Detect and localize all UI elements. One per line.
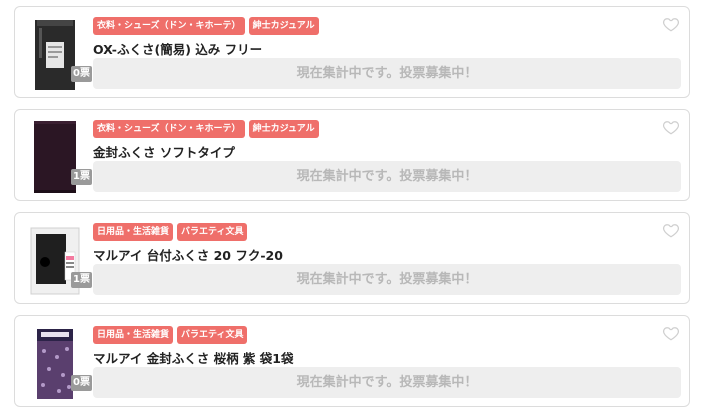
vote-status-bar: 現在集計中です。投票募集中！ xyxy=(93,367,681,398)
vote-count-badge: 1票 xyxy=(71,272,92,288)
category-tags: 衣料・シューズ（ドン・キホーテ） 紳士カジュアル xyxy=(93,120,319,138)
category-tags: 衣料・シューズ（ドン・キホーテ） 紳士カジュアル xyxy=(93,17,319,35)
item-list: 0票 衣料・シューズ（ドン・キホーテ） 紳士カジュアル OX-ふくさ(簡易) 込… xyxy=(14,6,690,418)
category-tag[interactable]: 紳士カジュアル xyxy=(248,120,319,138)
vote-status-bar: 現在集計中です。投票募集中！ xyxy=(93,161,681,192)
vote-status-bar: 現在集計中です。投票募集中！ xyxy=(93,264,681,295)
product-title[interactable]: 金封ふくさ ソフトタイプ xyxy=(93,142,235,161)
vote-status-bar: 現在集計中です。投票募集中！ xyxy=(93,58,681,89)
category-tag[interactable]: 日用品・生活雑貨 xyxy=(93,223,174,241)
heart-icon[interactable] xyxy=(662,118,680,136)
item-card[interactable]: 0票 日用品・生活雑貨 バラエティ文具 マルアイ 金封ふくさ 桜柄 紫 袋1袋 … xyxy=(14,315,690,407)
category-tags: 日用品・生活雑貨 バラエティ文具 xyxy=(93,326,248,344)
product-title[interactable]: OX-ふくさ(簡易) 込み フリー xyxy=(93,39,262,58)
category-tag[interactable]: バラエティ文具 xyxy=(177,326,248,344)
item-card[interactable]: 1票 日用品・生活雑貨 バラエティ文具 マルアイ 台付ふくさ 20 フク-20 … xyxy=(14,212,690,304)
heart-icon[interactable] xyxy=(662,15,680,33)
vote-count-badge: 0票 xyxy=(71,66,92,82)
heart-icon[interactable] xyxy=(662,221,680,239)
vote-count-badge: 0票 xyxy=(71,375,92,391)
product-title[interactable]: マルアイ 金封ふくさ 桜柄 紫 袋1袋 xyxy=(93,348,293,367)
category-tag[interactable]: 衣料・シューズ（ドン・キホーテ） xyxy=(93,120,245,138)
category-tag[interactable]: 紳士カジュアル xyxy=(248,17,319,35)
vote-count-badge: 1票 xyxy=(71,169,92,185)
category-tag[interactable]: バラエティ文具 xyxy=(177,223,248,241)
category-tag[interactable]: 衣料・シューズ（ドン・キホーテ） xyxy=(93,17,245,35)
category-tag[interactable]: 日用品・生活雑貨 xyxy=(93,326,174,344)
item-card[interactable]: 0票 衣料・シューズ（ドン・キホーテ） 紳士カジュアル OX-ふくさ(簡易) 込… xyxy=(14,6,690,98)
category-tags: 日用品・生活雑貨 バラエティ文具 xyxy=(93,223,248,241)
item-card[interactable]: 1票 衣料・シューズ（ドン・キホーテ） 紳士カジュアル 金封ふくさ ソフトタイプ… xyxy=(14,109,690,201)
heart-icon[interactable] xyxy=(662,324,680,342)
product-title[interactable]: マルアイ 台付ふくさ 20 フク-20 xyxy=(93,245,283,264)
